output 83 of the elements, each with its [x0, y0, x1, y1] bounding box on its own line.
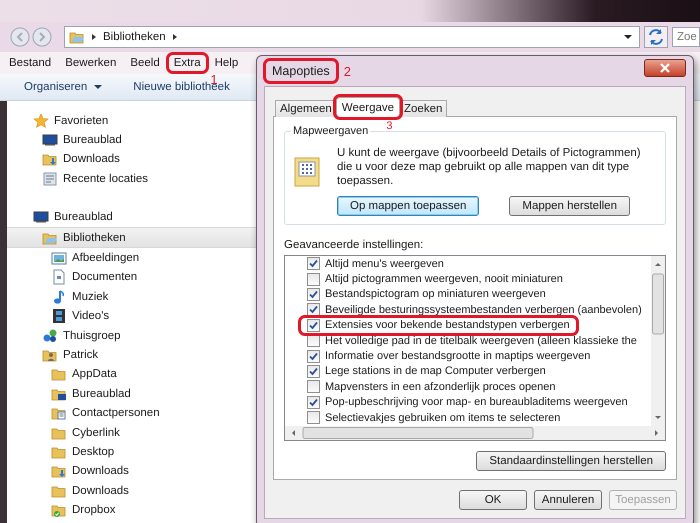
- tree-item[interactable]: Contactpersonen: [7, 403, 262, 423]
- tree-item[interactable]: Cyberlink: [7, 422, 262, 442]
- checkbox[interactable]: [307, 380, 320, 394]
- tab[interactable]: Zoeken: [399, 100, 448, 117]
- setting-item[interactable]: Lege stations in de map Computer verbergen: [307, 364, 546, 380]
- tree-item[interactable]: Bureaublad: [7, 208, 262, 227]
- toolbar-button[interactable]: Organiseren: [24, 81, 104, 93]
- tree-item[interactable]: Thuisgroep: [7, 326, 262, 346]
- chevron-icon: [170, 32, 179, 42]
- vertical-scrollbar-icon: [651, 256, 665, 426]
- checkbox[interactable]: [307, 288, 320, 301]
- button[interactable]: Annuleren: [534, 490, 602, 510]
- dialog-title: Mapopties: [266, 61, 336, 81]
- annotation-number: 2: [344, 64, 351, 78]
- checkbox[interactable]: [307, 350, 320, 363]
- menu-item[interactable]: Extra: [168, 55, 206, 71]
- recent-places-icon: [42, 170, 58, 187]
- close-button[interactable]: [644, 59, 686, 77]
- pictures-icon: [51, 250, 67, 266]
- tree-item[interactable]: Patrick: [7, 345, 262, 365]
- setting-item[interactable]: Informatie over bestandsgrootte in maptips weergeven: [307, 348, 590, 364]
- search-field[interactable]: Zoe: [672, 27, 700, 47]
- restore-defaults-button[interactable]: Standaardinstellingen herstellen: [476, 451, 666, 471]
- back-button-icon: [10, 27, 30, 47]
- dropdown-arrow-icon: [623, 32, 633, 42]
- chevron-icon: [90, 32, 98, 42]
- tree-item[interactable]: Dropbox: [7, 500, 262, 520]
- checkbox[interactable]: [307, 272, 320, 286]
- button[interactable]: Mappen herstellen: [509, 196, 630, 216]
- button[interactable]: OK: [459, 490, 527, 510]
- tree-item[interactable]: Bureaublad: [7, 130, 262, 150]
- close-icon: [660, 63, 670, 73]
- tree-item[interactable]: Documenten: [7, 268, 262, 288]
- refresh-icon: [647, 28, 665, 46]
- menu-item[interactable]: Bestand: [4, 55, 56, 71]
- setting-item[interactable]: Bestandspictogram op miniaturen weergeven: [307, 286, 546, 302]
- tree-item[interactable]: Muziek: [7, 287, 262, 307]
- setting-item[interactable]: Extensies voor bekende bestandstypen verbergen: [301, 318, 576, 333]
- tab[interactable]: Weergave: [336, 97, 400, 117]
- star-icon: [33, 112, 49, 129]
- checkbox[interactable]: [307, 364, 320, 378]
- monitor-icon: [33, 209, 49, 226]
- tree-item[interactable]: Downloads: [7, 481, 262, 500]
- tree-item[interactable]: Video's: [7, 306, 262, 326]
- description-text: U kunt de weergave (bijvoorbeeld Details of Pictogrammen) die u voor deze map gebruikt op alle mappen van dit type toepassen.: [337, 146, 642, 188]
- tree-item[interactable]: Recente locaties: [7, 169, 262, 189]
- checkbox[interactable]: [307, 257, 320, 270]
- setting-item[interactable]: Altijd menu's weergeven: [307, 256, 444, 272]
- tree-item[interactable]: AppData: [7, 364, 262, 384]
- setting-item[interactable]: Het volledige pad in de titelbalk weergeven (alleen klassieke the: [307, 332, 637, 348]
- document-icon: [51, 269, 67, 286]
- horizontal-scrollbar-icon: [285, 426, 665, 440]
- setting-item[interactable]: Selectievakjes gebruiken om items te selecteren: [307, 410, 560, 426]
- tree-item[interactable]: Downloads: [7, 150, 262, 170]
- annotation-number: 3: [386, 121, 392, 132]
- address-path: Bibliotheken: [103, 31, 166, 43]
- setting-item[interactable]: Pop-upbeschrijving voor map- en bureaubladitems weergeven: [307, 394, 628, 410]
- film-icon: [51, 308, 67, 324]
- menu-item[interactable]: Bewerken: [60, 55, 122, 71]
- monitor-icon: [42, 132, 58, 148]
- menu-item[interactable]: Beeld: [125, 55, 165, 71]
- checkbox[interactable]: [307, 411, 320, 424]
- section-label: Geavanceerde instellingen:: [284, 239, 424, 251]
- checkbox[interactable]: [307, 318, 320, 332]
- checkbox[interactable]: [307, 303, 320, 316]
- forward-button-icon: [32, 27, 52, 47]
- tree-item[interactable]: Desktop: [7, 442, 262, 462]
- address-bar[interactable]: Bibliotheken: [64, 26, 640, 48]
- tab[interactable]: Algemeen: [275, 100, 337, 117]
- checkbox[interactable]: [307, 396, 320, 409]
- music-note-icon: [51, 288, 67, 305]
- tree-item[interactable]: Favorieten: [7, 111, 262, 130]
- tree-item[interactable]: Downloads: [7, 462, 262, 482]
- toolbar-button[interactable]: Nieuwe bibliotheek: [133, 81, 230, 93]
- group-title: Mapweergaven: [291, 125, 370, 137]
- setting-item[interactable]: Altijd pictogrammen weergeven, nooit miniaturen: [307, 271, 563, 287]
- menu-item[interactable]: Help: [210, 55, 244, 71]
- tree-item[interactable]: Afbeeldingen: [7, 248, 262, 268]
- setting-item[interactable]: Beveiligde besturingssysteembestanden verbergen (aanbevolen): [307, 302, 642, 318]
- tree-item[interactable]: Bureaublad: [7, 384, 262, 404]
- setting-item[interactable]: Mapvensters in een afzonderlijk proces openen: [307, 379, 556, 395]
- homegroup-icon: [42, 328, 58, 344]
- button[interactable]: Op mappen toepassen: [337, 196, 480, 216]
